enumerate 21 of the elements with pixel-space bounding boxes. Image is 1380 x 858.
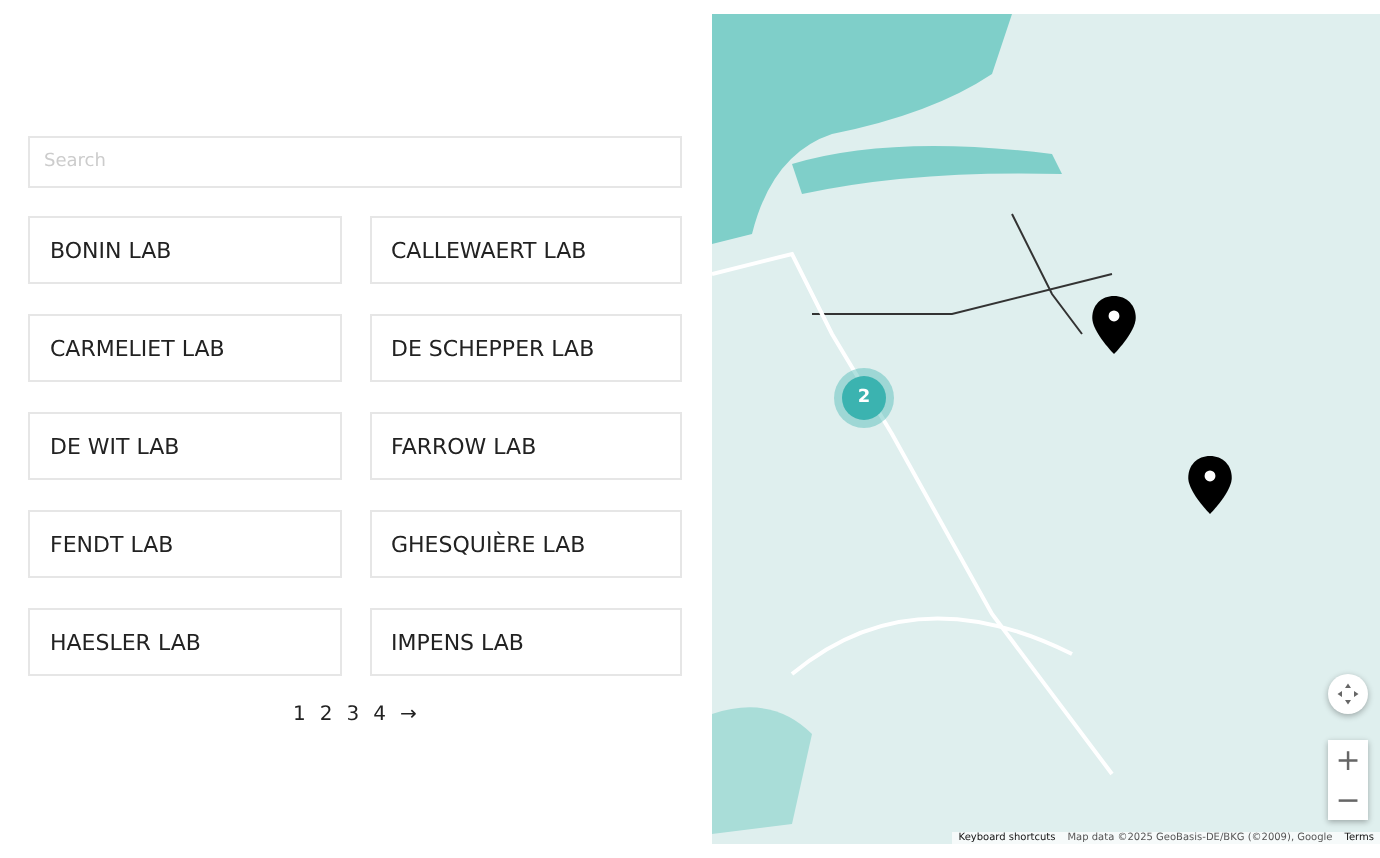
lab-card[interactable]: BONIN LAB xyxy=(28,216,341,284)
lab-card[interactable]: CARMELIET LAB xyxy=(28,314,341,382)
zoom-out-button[interactable]: − xyxy=(1328,780,1368,820)
next-page-link[interactable]: → xyxy=(400,704,417,726)
page-link[interactable]: 2 xyxy=(319,704,333,726)
lab-card[interactable]: DE SCHEPPER LAB xyxy=(369,314,682,382)
lab-card[interactable]: GHESQUIÈRE LAB xyxy=(369,510,682,578)
page-link[interactable]: 3 xyxy=(346,704,360,726)
page-link[interactable]: 1 xyxy=(293,704,306,726)
map-pin-icon[interactable] xyxy=(1188,456,1232,514)
lab-card[interactable]: IMPENS LAB xyxy=(369,608,682,676)
zoom-in-button[interactable]: + xyxy=(1328,740,1368,780)
lab-card[interactable]: CALLEWAERT LAB xyxy=(369,216,682,284)
lab-card[interactable]: FENDT LAB xyxy=(28,510,341,578)
map-pin-icon[interactable] xyxy=(1092,296,1136,354)
lab-card[interactable]: FARROW LAB xyxy=(369,412,682,480)
crosshair-icon xyxy=(1336,682,1360,706)
cluster-count: 2 xyxy=(857,388,871,408)
lab-card[interactable]: HAESLER LAB xyxy=(28,608,341,676)
lab-card[interactable]: DE WIT LAB xyxy=(28,412,341,480)
page-link[interactable]: 4 xyxy=(373,704,387,726)
